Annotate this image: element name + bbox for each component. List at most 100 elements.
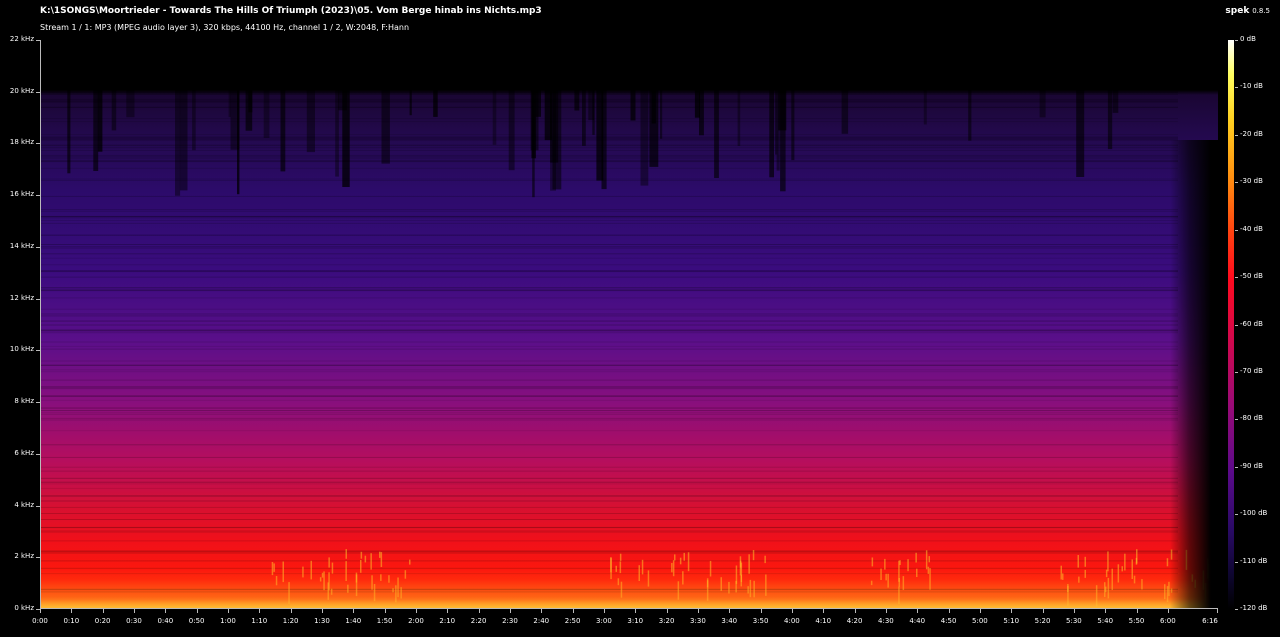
spectral-line [40, 150, 1178, 151]
spectral-gap [1076, 89, 1085, 177]
spectral-burst [928, 556, 930, 563]
spectral-burst [764, 555, 766, 564]
time-tick-label: 3:30 [690, 617, 706, 625]
time-tick-label: 0:50 [188, 617, 205, 625]
freq-tick [36, 195, 40, 197]
time-tick [541, 609, 543, 613]
time-tick-label: 1:10 [251, 617, 268, 625]
spectral-line [40, 246, 1178, 248]
spectral-line [40, 500, 1178, 502]
time-tick-label: 2:40 [533, 617, 550, 625]
spectral-line [40, 288, 1178, 290]
db-tick-label: -70 dB [1240, 366, 1263, 375]
db-tick [1235, 514, 1238, 516]
time-tick [979, 609, 981, 613]
time-tick [227, 609, 229, 613]
spectral-line [40, 276, 1178, 278]
time-tick-label: 3:10 [627, 617, 644, 625]
freq-tick [36, 91, 40, 93]
time-tick [1011, 609, 1013, 613]
spectral-gap [592, 89, 595, 135]
spectral-line [40, 487, 1178, 489]
time-tick [572, 609, 574, 613]
spectral-gap [714, 89, 719, 178]
time-tick-label: 4:20 [846, 617, 863, 625]
freq-tick-label: 4 kHz [14, 500, 34, 509]
spectral-line [40, 145, 1178, 147]
db-tick [1235, 182, 1238, 184]
spectral-line [40, 320, 1178, 322]
freq-tick-label: 18 kHz [9, 138, 34, 147]
time-tick-label: 1:20 [282, 617, 299, 625]
spectral-burst [1077, 555, 1079, 568]
app-name: spek [1225, 6, 1250, 16]
spectral-burst [871, 557, 874, 567]
spectral-line [40, 93, 1178, 95]
spectral-line [40, 147, 1178, 149]
file-title: K:\1SONGS\Moortrieder - Towards The Hill… [40, 6, 542, 16]
spectral-burst [1124, 553, 1126, 571]
db-tick [1235, 134, 1238, 136]
spectral-burst [915, 552, 917, 563]
freq-tick [36, 40, 40, 41]
db-tick [1235, 466, 1238, 468]
time-tick [165, 609, 167, 613]
time-tick [102, 609, 104, 613]
db-tick-label: -80 dB [1240, 414, 1263, 423]
spectral-line [40, 234, 1178, 236]
time-tick [478, 609, 480, 613]
time-tick-label: 0:00 [32, 617, 48, 625]
freq-tick [36, 402, 40, 404]
freq-tick-label: 12 kHz [9, 293, 34, 302]
spectral-line [40, 477, 1178, 479]
spectral-line [40, 410, 1178, 411]
spectral-line [40, 155, 1178, 157]
spectral-gap [532, 89, 535, 198]
spectral-line [40, 138, 1178, 139]
spectral-burst [884, 558, 886, 570]
time-tick [40, 609, 41, 613]
spectral-line [40, 530, 1178, 532]
spectral-line [40, 551, 1178, 553]
app-brand: spek 0.8.5 [1225, 6, 1270, 16]
spectral-line [40, 332, 1178, 334]
spectral-line [40, 348, 1178, 350]
spectral-burst [328, 557, 330, 568]
spectral-burst [380, 552, 383, 567]
db-tick-label: -100 dB [1240, 509, 1268, 518]
time-tick-label: 2:10 [439, 617, 456, 625]
freq-tick [36, 143, 40, 145]
spectral-line [40, 313, 1178, 315]
spectral-line [40, 178, 1178, 180]
spectral-line [40, 179, 1178, 181]
db-tick [1235, 561, 1238, 563]
spectral-line [40, 91, 1178, 93]
time-tick-label: 5:10 [1003, 617, 1020, 625]
spectral-line [40, 386, 1178, 388]
spectral-line [40, 519, 1178, 520]
time-tick [1042, 609, 1044, 613]
db-tick [1235, 40, 1238, 41]
time-tick [1167, 609, 1169, 613]
spectral-line [40, 419, 1178, 421]
time-tick [353, 609, 355, 613]
spectral-line [40, 253, 1178, 255]
spectral-burst [1135, 557, 1138, 565]
db-tick [1235, 419, 1238, 421]
spectral-line [40, 101, 1178, 103]
db-tick-label: -60 dB [1240, 319, 1263, 328]
spectral-line [40, 324, 1178, 326]
spectral-line [40, 244, 1178, 245]
spectral-line [40, 329, 1178, 331]
time-tick [917, 609, 919, 613]
time-tick [666, 609, 668, 613]
time-tick-label: 2:50 [564, 617, 581, 625]
spectral-line [40, 315, 1178, 317]
spectral-burst [409, 559, 411, 565]
spectral-burst [683, 552, 685, 561]
spectral-line [40, 345, 1178, 347]
time-tick-label: 3:40 [721, 617, 738, 625]
time-tick [791, 609, 793, 613]
time-tick-label: 2:20 [470, 617, 487, 625]
spectral-line [40, 217, 1178, 219]
